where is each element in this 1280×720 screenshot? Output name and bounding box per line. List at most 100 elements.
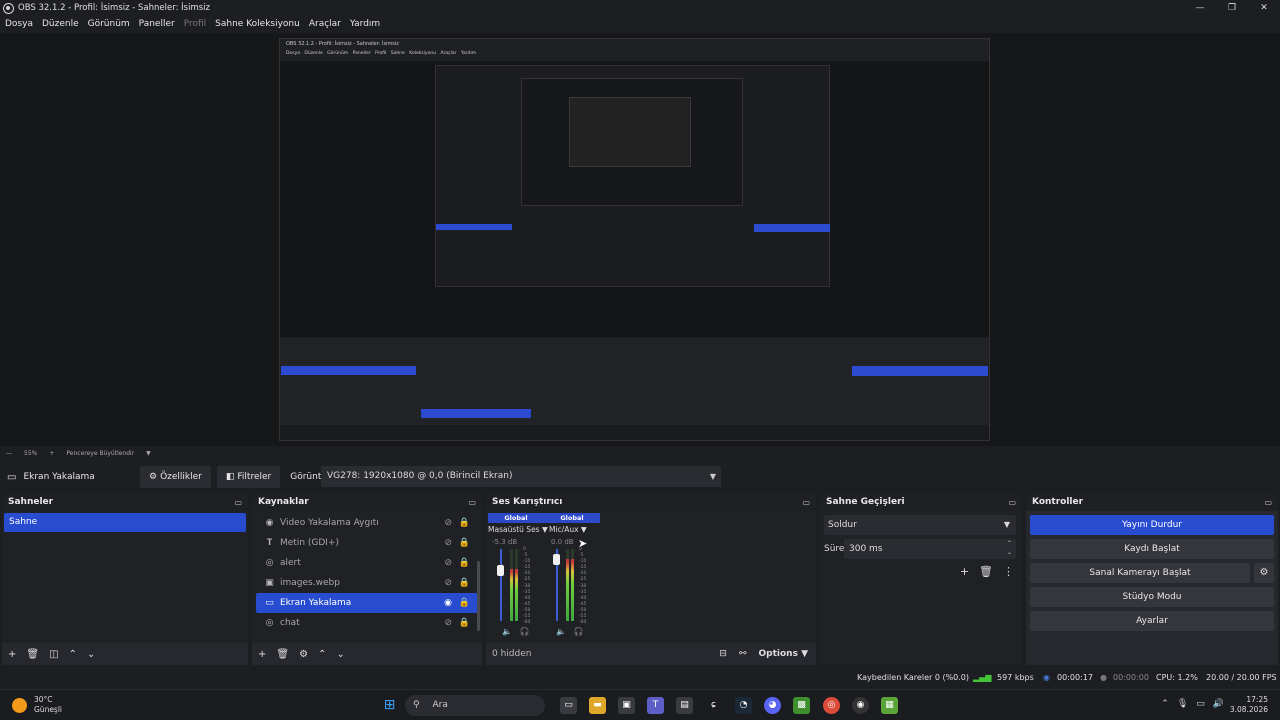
- app-icon[interactable]: ɕ: [705, 697, 722, 714]
- nested-scene-selected: [281, 366, 416, 375]
- speaker-icon[interactable]: 🔈: [556, 627, 566, 636]
- eye-hidden-icon[interactable]: ⊘: [444, 558, 452, 568]
- source-row-selected[interactable]: ▭ Ekran Yakalama ◉ 🔒: [256, 593, 478, 613]
- maximize-button[interactable]: ❐: [1216, 0, 1248, 16]
- transition-select[interactable]: Soldur ▼: [824, 515, 1016, 535]
- menu-help[interactable]: Yardım: [350, 19, 380, 29]
- zoom-out-button[interactable]: —: [6, 450, 12, 457]
- filter-icon[interactable]: ◫: [49, 649, 58, 660]
- more-icon[interactable]: ⋮: [1003, 565, 1014, 578]
- headphones-icon[interactable]: 🎧: [520, 627, 530, 636]
- start-recording-button[interactable]: Kaydı Başlat: [1030, 539, 1274, 559]
- stop-stream-button[interactable]: Yayını Durdur: [1030, 515, 1274, 535]
- discord-icon[interactable]: ◕: [764, 697, 781, 714]
- studio-mode-button[interactable]: Stüdyo Modu: [1030, 587, 1274, 607]
- move-down-icon[interactable]: ⌄: [336, 649, 344, 660]
- undock-icon[interactable]: ▭: [468, 498, 476, 507]
- lock-icon[interactable]: 🔒: [459, 538, 470, 548]
- eye-hidden-icon[interactable]: ⊘: [444, 518, 452, 528]
- network-icon[interactable]: ▭: [1196, 699, 1205, 709]
- duration-input[interactable]: 300 ms ⌃ ⌄: [844, 539, 1016, 559]
- move-up-icon[interactable]: ⌃: [69, 649, 77, 660]
- teams-icon[interactable]: T: [647, 697, 664, 714]
- menu-tools[interactable]: Araçlar: [309, 19, 341, 29]
- eye-hidden-icon[interactable]: ⊘: [444, 618, 452, 628]
- sun-icon[interactable]: [12, 698, 27, 713]
- add-icon[interactable]: +: [258, 649, 266, 660]
- zoom-mode[interactable]: Pencereye Büyütlendir: [66, 450, 134, 457]
- volume-fader-knob[interactable]: [497, 565, 504, 576]
- steam-icon[interactable]: ◔: [735, 697, 752, 714]
- windows-start-icon[interactable]: ⊞: [381, 697, 398, 714]
- layout-icon[interactable]: ⊟: [719, 649, 727, 659]
- menu-view[interactable]: Görünüm: [88, 19, 130, 29]
- lock-icon[interactable]: 🔒: [459, 518, 470, 528]
- lock-icon[interactable]: 🔒: [459, 578, 470, 588]
- source-row[interactable]: ◎ alert ⊘ 🔒: [256, 553, 478, 573]
- minimize-button[interactable]: —: [1184, 0, 1216, 16]
- undock-icon[interactable]: ▭: [802, 498, 810, 507]
- speaker-icon[interactable]: 🔈: [502, 627, 512, 636]
- add-icon[interactable]: +: [8, 649, 16, 660]
- zoom-in-button[interactable]: +: [49, 450, 54, 457]
- task-view-icon[interactable]: ▭: [560, 697, 577, 714]
- weather-widget[interactable]: 30°C Güneşli: [34, 695, 62, 715]
- undock-icon[interactable]: ▭: [234, 498, 242, 507]
- chevron-up-icon[interactable]: ⌃: [1161, 699, 1169, 709]
- trash-icon[interactable]: 🗑: [276, 649, 289, 660]
- volume-fader[interactable]: [500, 549, 502, 621]
- display-select[interactable]: VG278: 1920x1080 @ 0,0 (Birincil Ekran) …: [321, 466, 721, 487]
- volume-icon[interactable]: 🔊: [1213, 699, 1224, 709]
- source-row[interactable]: 𝐓 Metin (GDI+) ⊘ 🔒: [256, 533, 478, 553]
- taskbar-clock[interactable]: 17:25 3.08.2026: [1230, 695, 1268, 715]
- obs-icon[interactable]: ◉: [852, 697, 869, 714]
- properties-button[interactable]: ⚙ Özellikler: [140, 466, 211, 488]
- trash-icon[interactable]: 🗑: [979, 565, 993, 578]
- lock-icon[interactable]: 🔒: [459, 598, 470, 608]
- gear-icon[interactable]: ⚙: [299, 649, 308, 660]
- sources-scrollbar[interactable]: [477, 561, 480, 631]
- menu-docks[interactable]: Paneller: [139, 19, 175, 29]
- start-virtual-camera-button[interactable]: Sanal Kamerayı Başlat: [1030, 563, 1250, 583]
- eye-hidden-icon[interactable]: ⊘: [444, 538, 452, 548]
- source-row[interactable]: ◎ chat ⊘ 🔒: [256, 613, 478, 633]
- filters-button[interactable]: ◧ Filtreler: [216, 466, 281, 488]
- volume-fader-knob[interactable]: [553, 554, 560, 565]
- store-icon[interactable]: ▣: [618, 697, 635, 714]
- channel-name[interactable]: Masaüstü Ses ▼: [488, 525, 548, 534]
- menu-scene-collection[interactable]: Sahne Koleksiyonu: [215, 19, 300, 29]
- eye-icon[interactable]: ◉: [444, 598, 452, 608]
- minecraft-launcher-icon[interactable]: ▦: [881, 697, 898, 714]
- taskbar-search[interactable]: ⚲ Ara: [405, 695, 545, 716]
- scene-item[interactable]: Sahne: [4, 513, 246, 532]
- minecraft-icon[interactable]: ▩: [793, 697, 810, 714]
- menu-profile[interactable]: Profil: [184, 19, 206, 29]
- trash-icon[interactable]: 🗑: [26, 649, 39, 660]
- headphones-icon[interactable]: 🎧: [574, 627, 584, 636]
- chrome-icon[interactable]: ◎: [823, 697, 840, 714]
- channel-name[interactable]: Mic/Aux ▼: [549, 525, 600, 534]
- chevron-down-icon[interactable]: ▼: [146, 450, 151, 457]
- file-explorer-icon[interactable]: ▬: [589, 697, 606, 714]
- options-button[interactable]: Options ▼: [759, 649, 809, 659]
- spin-arrows-icon[interactable]: ⌃ ⌄: [1007, 539, 1012, 557]
- eye-hidden-icon[interactable]: ⊘: [444, 578, 452, 588]
- menu-edit[interactable]: Düzenle: [42, 19, 79, 29]
- undock-icon[interactable]: ▭: [1008, 498, 1016, 507]
- settings-button[interactable]: Ayarlar: [1030, 611, 1274, 631]
- lock-icon[interactable]: 🔒: [459, 558, 470, 568]
- source-row[interactable]: ▣ images.webp ⊘ 🔒: [256, 573, 478, 593]
- source-row[interactable]: ◉ Video Yakalama Aygıtı ⊘ 🔒: [256, 513, 478, 533]
- app-icon[interactable]: ▤: [676, 697, 693, 714]
- virtual-camera-settings-button[interactable]: ⚙: [1254, 563, 1274, 583]
- menu-file[interactable]: Dosya: [5, 19, 33, 29]
- source-name: Video Yakalama Aygıtı: [280, 518, 379, 528]
- add-icon[interactable]: +: [960, 565, 969, 578]
- undock-icon[interactable]: ▭: [1264, 498, 1272, 507]
- close-button[interactable]: ✕: [1248, 0, 1280, 16]
- lock-icon[interactable]: 🔒: [459, 618, 470, 628]
- move-down-icon[interactable]: ⌄: [87, 649, 95, 660]
- link-icon[interactable]: ⚯: [739, 649, 747, 659]
- move-up-icon[interactable]: ⌃: [318, 649, 326, 660]
- microphone-icon[interactable]: 🎙: [1177, 699, 1188, 709]
